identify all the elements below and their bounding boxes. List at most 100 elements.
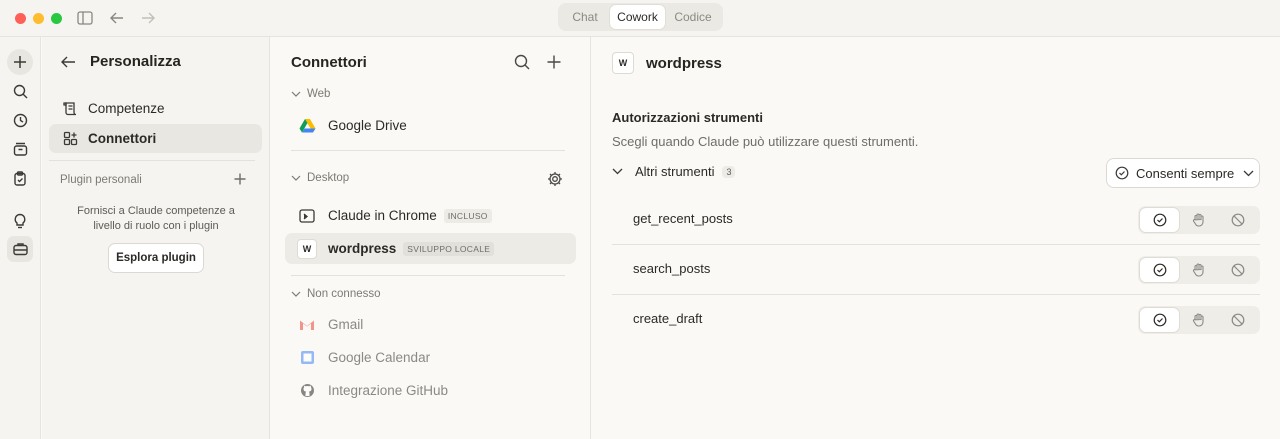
connectors-title: Connettori xyxy=(291,54,367,71)
allow-option[interactable] xyxy=(1140,258,1179,282)
chevron-down-icon xyxy=(291,91,301,97)
tab-cowork[interactable]: Cowork xyxy=(610,5,665,29)
settings-sidebar: Personalizza Competenze Connettori Plugi… xyxy=(42,37,270,439)
clipboard-icon[interactable] xyxy=(7,165,33,191)
tab-chat[interactable]: Chat xyxy=(560,5,610,29)
minimize-window-button[interactable] xyxy=(33,13,44,24)
tools-group-toggle[interactable]: Altri strumenti 3 xyxy=(612,164,736,179)
back-arrow-icon[interactable] xyxy=(60,55,76,69)
scroll-icon xyxy=(63,101,78,116)
w-letter-icon: W xyxy=(612,52,634,74)
plus-icon[interactable] xyxy=(7,49,33,75)
group-not-connected[interactable]: Non connesso xyxy=(291,288,381,300)
github-icon xyxy=(297,381,317,401)
check-circle-icon xyxy=(1153,263,1167,277)
lightbulb-icon[interactable] xyxy=(7,208,33,234)
connector-google-calendar[interactable]: Google Calendar xyxy=(285,342,576,373)
permissions-title: Autorizzazioni strumenti xyxy=(612,110,763,125)
allow-option[interactable] xyxy=(1140,208,1179,232)
tool-name: get_recent_posts xyxy=(633,211,733,226)
grid-plus-icon xyxy=(63,131,78,146)
google-calendar-icon xyxy=(297,348,317,368)
ask-option[interactable] xyxy=(1179,208,1218,232)
group-label: Web xyxy=(307,88,331,100)
detail-header: W wordpress xyxy=(612,52,722,74)
chevron-down-icon xyxy=(612,168,623,175)
clock-icon[interactable] xyxy=(7,107,33,133)
connector-name: Google Drive xyxy=(328,118,407,133)
block-option[interactable] xyxy=(1218,258,1257,282)
tab-codice[interactable]: Codice xyxy=(665,5,721,29)
tool-name: create_draft xyxy=(633,311,703,326)
ban-icon xyxy=(1231,213,1245,227)
zoom-window-button[interactable] xyxy=(51,13,62,24)
permission-toggle xyxy=(1138,256,1260,284)
connector-gmail[interactable]: Gmail xyxy=(285,309,576,340)
chrome-window-icon xyxy=(297,206,317,226)
permissions-description: Scegli quando Claude può utilizzare ques… xyxy=(612,134,919,149)
permission-toggle xyxy=(1138,206,1260,234)
connector-name: Google Calendar xyxy=(328,350,431,365)
allow-always-label: Consenti sempre xyxy=(1136,165,1235,181)
block-option[interactable] xyxy=(1218,208,1257,232)
group-web[interactable]: Web xyxy=(291,88,330,100)
connector-google-drive[interactable]: Google Drive xyxy=(285,110,576,141)
allow-always-dropdown[interactable]: Consenti sempre xyxy=(1106,158,1260,188)
nav-item-label: Competenze xyxy=(88,101,165,116)
ban-icon xyxy=(1231,313,1245,327)
archive-icon[interactable] xyxy=(7,136,33,162)
connector-wordpress[interactable]: W wordpress SVILUPPO LOCALE xyxy=(285,233,576,264)
detail-title: wordpress xyxy=(646,54,722,72)
check-circle-icon xyxy=(1153,313,1167,327)
icon-rail xyxy=(0,37,41,439)
connector-badge: INCLUSO xyxy=(443,208,492,223)
tool-name: search_posts xyxy=(633,261,711,276)
close-window-button[interactable] xyxy=(15,13,26,24)
divider xyxy=(291,275,565,276)
allow-option[interactable] xyxy=(1140,308,1179,332)
search-icon[interactable] xyxy=(512,52,532,72)
nav-item-competenze[interactable]: Competenze xyxy=(49,94,262,123)
divider xyxy=(49,160,255,161)
divider xyxy=(291,150,565,151)
tool-row: search_posts xyxy=(612,245,1260,295)
sidebar-toggle-icon[interactable] xyxy=(75,8,95,28)
connector-badge: SVILUPPO LOCALE xyxy=(403,241,495,256)
nav-item-label: Connettori xyxy=(88,131,157,146)
gear-icon[interactable] xyxy=(545,169,565,189)
connector-github[interactable]: Integrazione GitHub xyxy=(285,375,576,406)
back-arrow-icon[interactable] xyxy=(107,8,127,28)
mode-switcher: Chat Cowork Codice xyxy=(558,3,723,31)
chevron-down-icon xyxy=(291,175,301,181)
tools-count-badge: 3 xyxy=(722,165,736,178)
connector-claude-in-chrome[interactable]: Claude in Chrome INCLUSO xyxy=(285,200,576,231)
hand-icon xyxy=(1192,313,1205,327)
block-option[interactable] xyxy=(1218,308,1257,332)
ask-option[interactable] xyxy=(1179,308,1218,332)
search-icon[interactable] xyxy=(7,78,33,104)
hand-icon xyxy=(1192,263,1205,277)
explore-plugins-button[interactable]: Esplora plugin xyxy=(108,243,204,273)
plugins-section-label: Plugin personali xyxy=(60,174,142,186)
title-bar: Chat Cowork Codice xyxy=(0,0,1280,37)
chevron-down-icon xyxy=(291,291,301,297)
ask-option[interactable] xyxy=(1179,258,1218,282)
settings-title: Personalizza xyxy=(90,53,181,70)
hand-icon xyxy=(1192,213,1205,227)
check-circle-icon xyxy=(1115,166,1129,180)
forward-arrow-icon[interactable] xyxy=(138,8,158,28)
plugins-description: Fornisci a Claude competenze a livello d… xyxy=(77,205,235,232)
chevron-down-icon xyxy=(1243,170,1254,177)
google-drive-icon xyxy=(297,116,317,136)
check-circle-icon xyxy=(1153,213,1167,227)
connector-name: wordpress xyxy=(328,241,397,256)
briefcase-icon[interactable] xyxy=(7,236,33,262)
w-letter-icon: W xyxy=(297,238,317,259)
group-desktop[interactable]: Desktop xyxy=(291,172,349,184)
connectors-panel: Connettori Web Google Drive Desktop Clau… xyxy=(271,37,591,439)
add-connector-button[interactable] xyxy=(544,52,564,72)
nav-item-connettori[interactable]: Connettori xyxy=(49,124,262,153)
tool-row: create_draft xyxy=(612,295,1260,345)
connector-name: Integrazione GitHub xyxy=(328,383,449,398)
add-plugin-button[interactable] xyxy=(232,171,248,187)
